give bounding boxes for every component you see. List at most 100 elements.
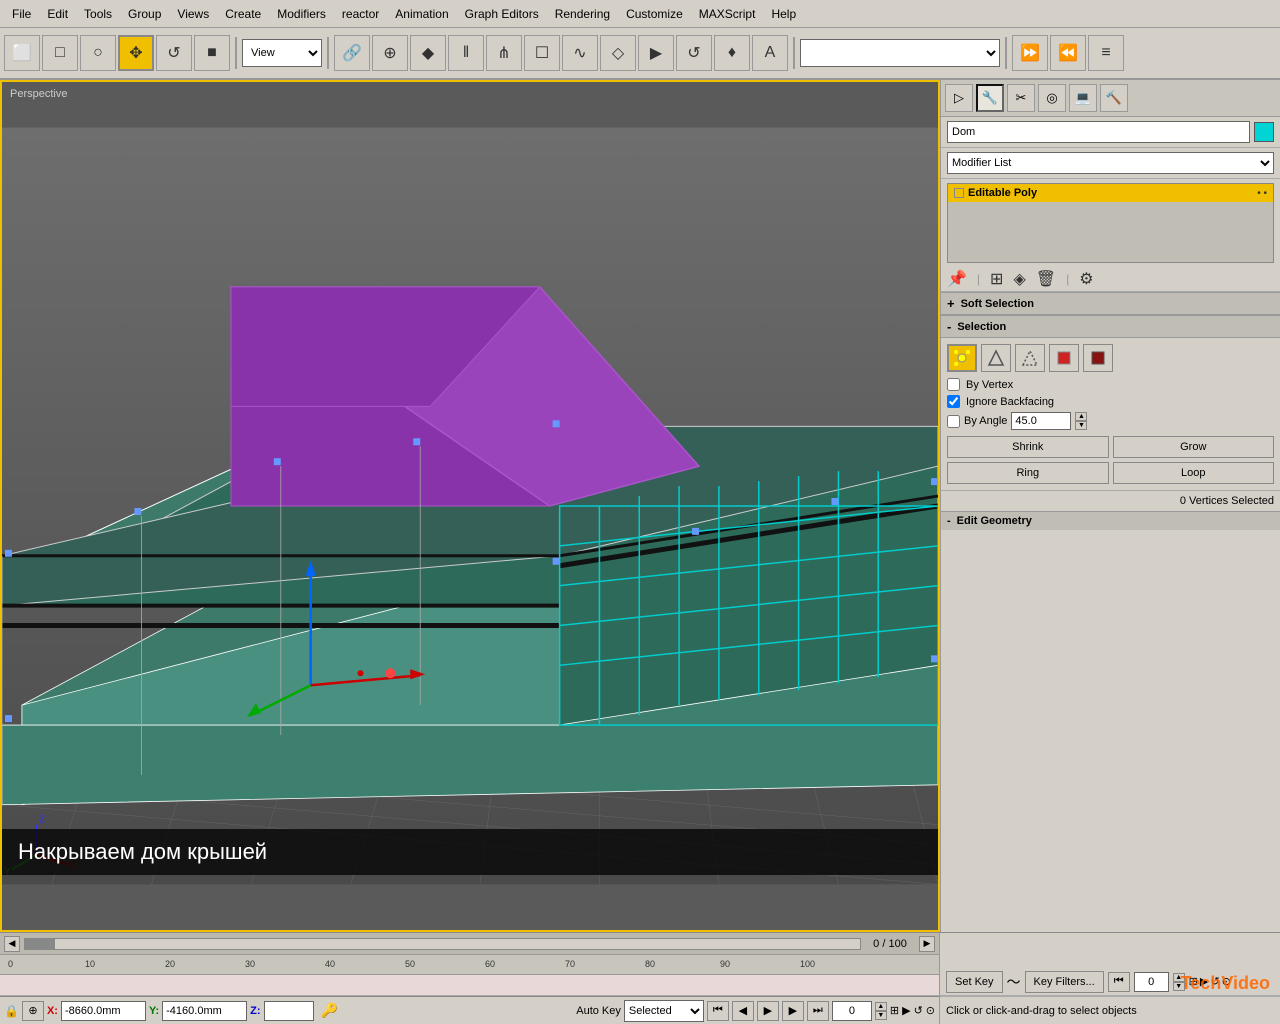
mini-pb-3[interactable]: ↺ — [1210, 975, 1219, 988]
mini-icon-4[interactable]: ⊙ — [926, 1004, 935, 1017]
menu-file[interactable]: File — [4, 5, 39, 23]
menu-maxscript[interactable]: MAXScript — [691, 5, 764, 23]
make-unique-btn[interactable]: ◈ — [1013, 269, 1025, 289]
named-selections-dropdown[interactable] — [800, 39, 1000, 67]
remove-modifier-btn[interactable]: 🗑 — [1036, 269, 1056, 289]
render-btn[interactable]: ♦ — [714, 35, 750, 71]
mini-icon-3[interactable]: ↺ — [914, 1004, 923, 1017]
x-coord-input[interactable]: -8660.0mm — [61, 1001, 146, 1021]
frame-down-arrow[interactable]: ▼ — [875, 1011, 887, 1020]
motion-icon[interactable]: ◎ — [1038, 84, 1066, 112]
frame-up-arrow[interactable]: ▲ — [875, 1002, 887, 1011]
shrink-btn[interactable]: Shrink — [947, 436, 1109, 458]
hierarchy-icon[interactable]: ✂ — [1007, 84, 1035, 112]
prev-frame-btn[interactable]: ◀ — [732, 1001, 754, 1021]
timeline-prev-btn[interactable]: ◀ — [4, 936, 20, 952]
frame-input[interactable]: 0 — [832, 1001, 872, 1021]
next-frame-btn[interactable]: ▶ — [782, 1001, 804, 1021]
key-filters-btn[interactable]: Key Filters... — [1025, 971, 1104, 993]
reference-coord-dropdown[interactable]: View — [242, 39, 322, 67]
polygon-mode-btn[interactable] — [1049, 344, 1079, 372]
angle-value-input[interactable]: 45.0 — [1011, 412, 1071, 430]
loop-btn[interactable]: Loop — [1113, 462, 1275, 484]
ring-btn[interactable]: Ring — [947, 462, 1109, 484]
coord-mode-btn[interactable]: ⊕ — [22, 1001, 44, 1021]
y-coord-input[interactable]: -4160.0mm — [162, 1001, 247, 1021]
curve-btn[interactable]: ∿ — [562, 35, 598, 71]
percent-btn[interactable]: ▶ — [638, 35, 674, 71]
mini-pb-1[interactable]: ⊞ — [1189, 975, 1198, 988]
bind-btn[interactable]: ⊕ — [372, 35, 408, 71]
move-tool-btn[interactable]: ✥ — [118, 35, 154, 71]
edit-geometry-header[interactable]: - Edit Geometry — [941, 511, 1280, 530]
by-vertex-checkbox[interactable] — [947, 378, 960, 391]
object-color-swatch[interactable] — [1254, 122, 1274, 142]
modifier-list-dropdown[interactable]: Modifier List — [947, 152, 1274, 174]
timeline-next-btn[interactable]: ▶ — [919, 936, 935, 952]
select-objects-icon[interactable]: ▷ — [945, 84, 973, 112]
menu-edit[interactable]: Edit — [39, 5, 76, 23]
layer-mgr-btn[interactable]: ≡ — [1088, 35, 1124, 71]
mini-frame-input[interactable] — [1134, 972, 1169, 992]
set-key-btn[interactable]: Set Key — [946, 971, 1003, 993]
go-end-btn[interactable]: ⏭ — [807, 1001, 829, 1021]
display-icon[interactable]: 💻 — [1069, 84, 1097, 112]
menu-create[interactable]: Create — [217, 5, 269, 23]
angle-down-arrow[interactable]: ▼ — [1075, 421, 1087, 430]
element-mode-btn[interactable] — [1083, 344, 1113, 372]
edge-mode-btn[interactable] — [981, 344, 1011, 372]
stack-item-editable-poly[interactable]: Editable Poly • • — [948, 184, 1273, 202]
mini-playback-1[interactable]: ⏮ — [1108, 972, 1130, 992]
pin-stack-btn[interactable]: 📌 — [947, 269, 967, 289]
ignore-backfacing-checkbox[interactable] — [947, 395, 960, 408]
select-region-circle-btn[interactable]: ○ — [80, 35, 116, 71]
menu-animation[interactable]: Animation — [387, 5, 456, 23]
snap-toggle-btn[interactable]: ■ — [194, 35, 230, 71]
utilities-icon[interactable]: 🔨 — [1100, 84, 1128, 112]
z-coord-input[interactable] — [264, 1001, 314, 1021]
menu-views[interactable]: Views — [169, 5, 217, 23]
angle-up-arrow[interactable]: ▲ — [1075, 412, 1087, 421]
mini-icon-1[interactable]: ⊞ — [890, 1004, 899, 1017]
menu-graph-editors[interactable]: Graph Editors — [457, 5, 547, 23]
menu-tools[interactable]: Tools — [76, 5, 120, 23]
mini-frame-up[interactable]: ▲ — [1173, 973, 1185, 982]
selection-header[interactable]: - Selection — [941, 315, 1280, 338]
selected-dropdown[interactable]: Selected — [624, 1000, 704, 1022]
next-key-btn[interactable]: ⏩ — [1012, 35, 1048, 71]
undo-btn[interactable]: ↺ — [156, 35, 192, 71]
select-tool-btn[interactable]: ⬜ — [4, 35, 40, 71]
timeline-track[interactable] — [0, 975, 939, 996]
menu-modifiers[interactable]: Modifiers — [269, 5, 334, 23]
configure-modifier-sets-btn[interactable]: ⚙ — [1079, 269, 1093, 289]
lock-icon[interactable]: 🔒 — [4, 1004, 19, 1018]
object-name-input[interactable]: Dom — [947, 121, 1250, 143]
link-btn[interactable]: 🔗 — [334, 35, 370, 71]
vertex-mode-btn[interactable] — [947, 344, 977, 372]
menu-customize[interactable]: Customize — [618, 5, 691, 23]
text-btn[interactable]: A — [752, 35, 788, 71]
menu-help[interactable]: Help — [763, 5, 804, 23]
go-start-btn[interactable]: ⏮ — [707, 1001, 729, 1021]
select-region-rect-btn[interactable]: □ — [42, 35, 78, 71]
border-mode-btn[interactable] — [1015, 344, 1045, 372]
modify-panel-icon[interactable]: 🔧 — [976, 84, 1004, 112]
mini-icon-2[interactable]: ▶ — [902, 1004, 910, 1017]
material-editor-btn[interactable]: ◆ — [410, 35, 446, 71]
array-btn[interactable]: ☐ — [524, 35, 560, 71]
by-angle-checkbox[interactable] — [947, 415, 960, 428]
mini-pb-2[interactable]: ▶ — [1200, 975, 1208, 988]
menu-reactor[interactable]: reactor — [334, 5, 387, 23]
align-btn[interactable]: ‖ — [448, 35, 484, 71]
show-result-btn[interactable]: ⊞ — [990, 269, 1003, 289]
mini-frame-down[interactable]: ▼ — [1173, 982, 1185, 991]
mirror-btn[interactable]: ⋔ — [486, 35, 522, 71]
play-btn[interactable]: ▶ — [757, 1001, 779, 1021]
menu-group[interactable]: Group — [120, 5, 169, 23]
menu-rendering[interactable]: Rendering — [547, 5, 618, 23]
prev-key-btn[interactable]: ⏪ — [1050, 35, 1086, 71]
schematic-btn[interactable]: ◇ — [600, 35, 636, 71]
undo2-btn[interactable]: ↺ — [676, 35, 712, 71]
timeline-scrollbar[interactable] — [24, 938, 861, 950]
viewport-perspective[interactable]: Perspective — [0, 80, 940, 932]
